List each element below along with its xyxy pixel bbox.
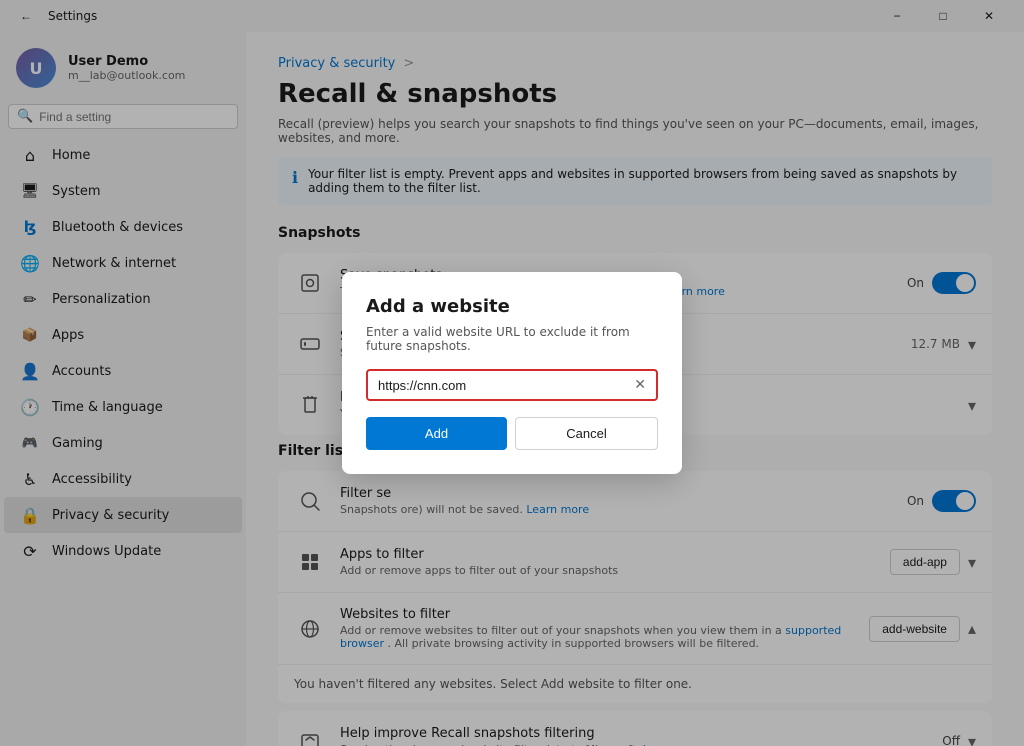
modal-overlay[interactable]: Add a website Enter a valid website URL … xyxy=(0,0,1024,746)
modal-actions: Add Cancel xyxy=(366,417,658,450)
clear-input-icon[interactable]: ✕ xyxy=(634,377,646,393)
add-website-modal: Add a website Enter a valid website URL … xyxy=(342,272,682,474)
modal-title: Add a website xyxy=(366,296,658,317)
modal-cancel-button[interactable]: Cancel xyxy=(515,417,658,450)
modal-description: Enter a valid website URL to exclude it … xyxy=(366,325,658,353)
modal-add-button[interactable]: Add xyxy=(366,417,507,450)
modal-input-wrap: ✕ xyxy=(366,369,658,401)
website-url-input[interactable] xyxy=(378,378,634,393)
